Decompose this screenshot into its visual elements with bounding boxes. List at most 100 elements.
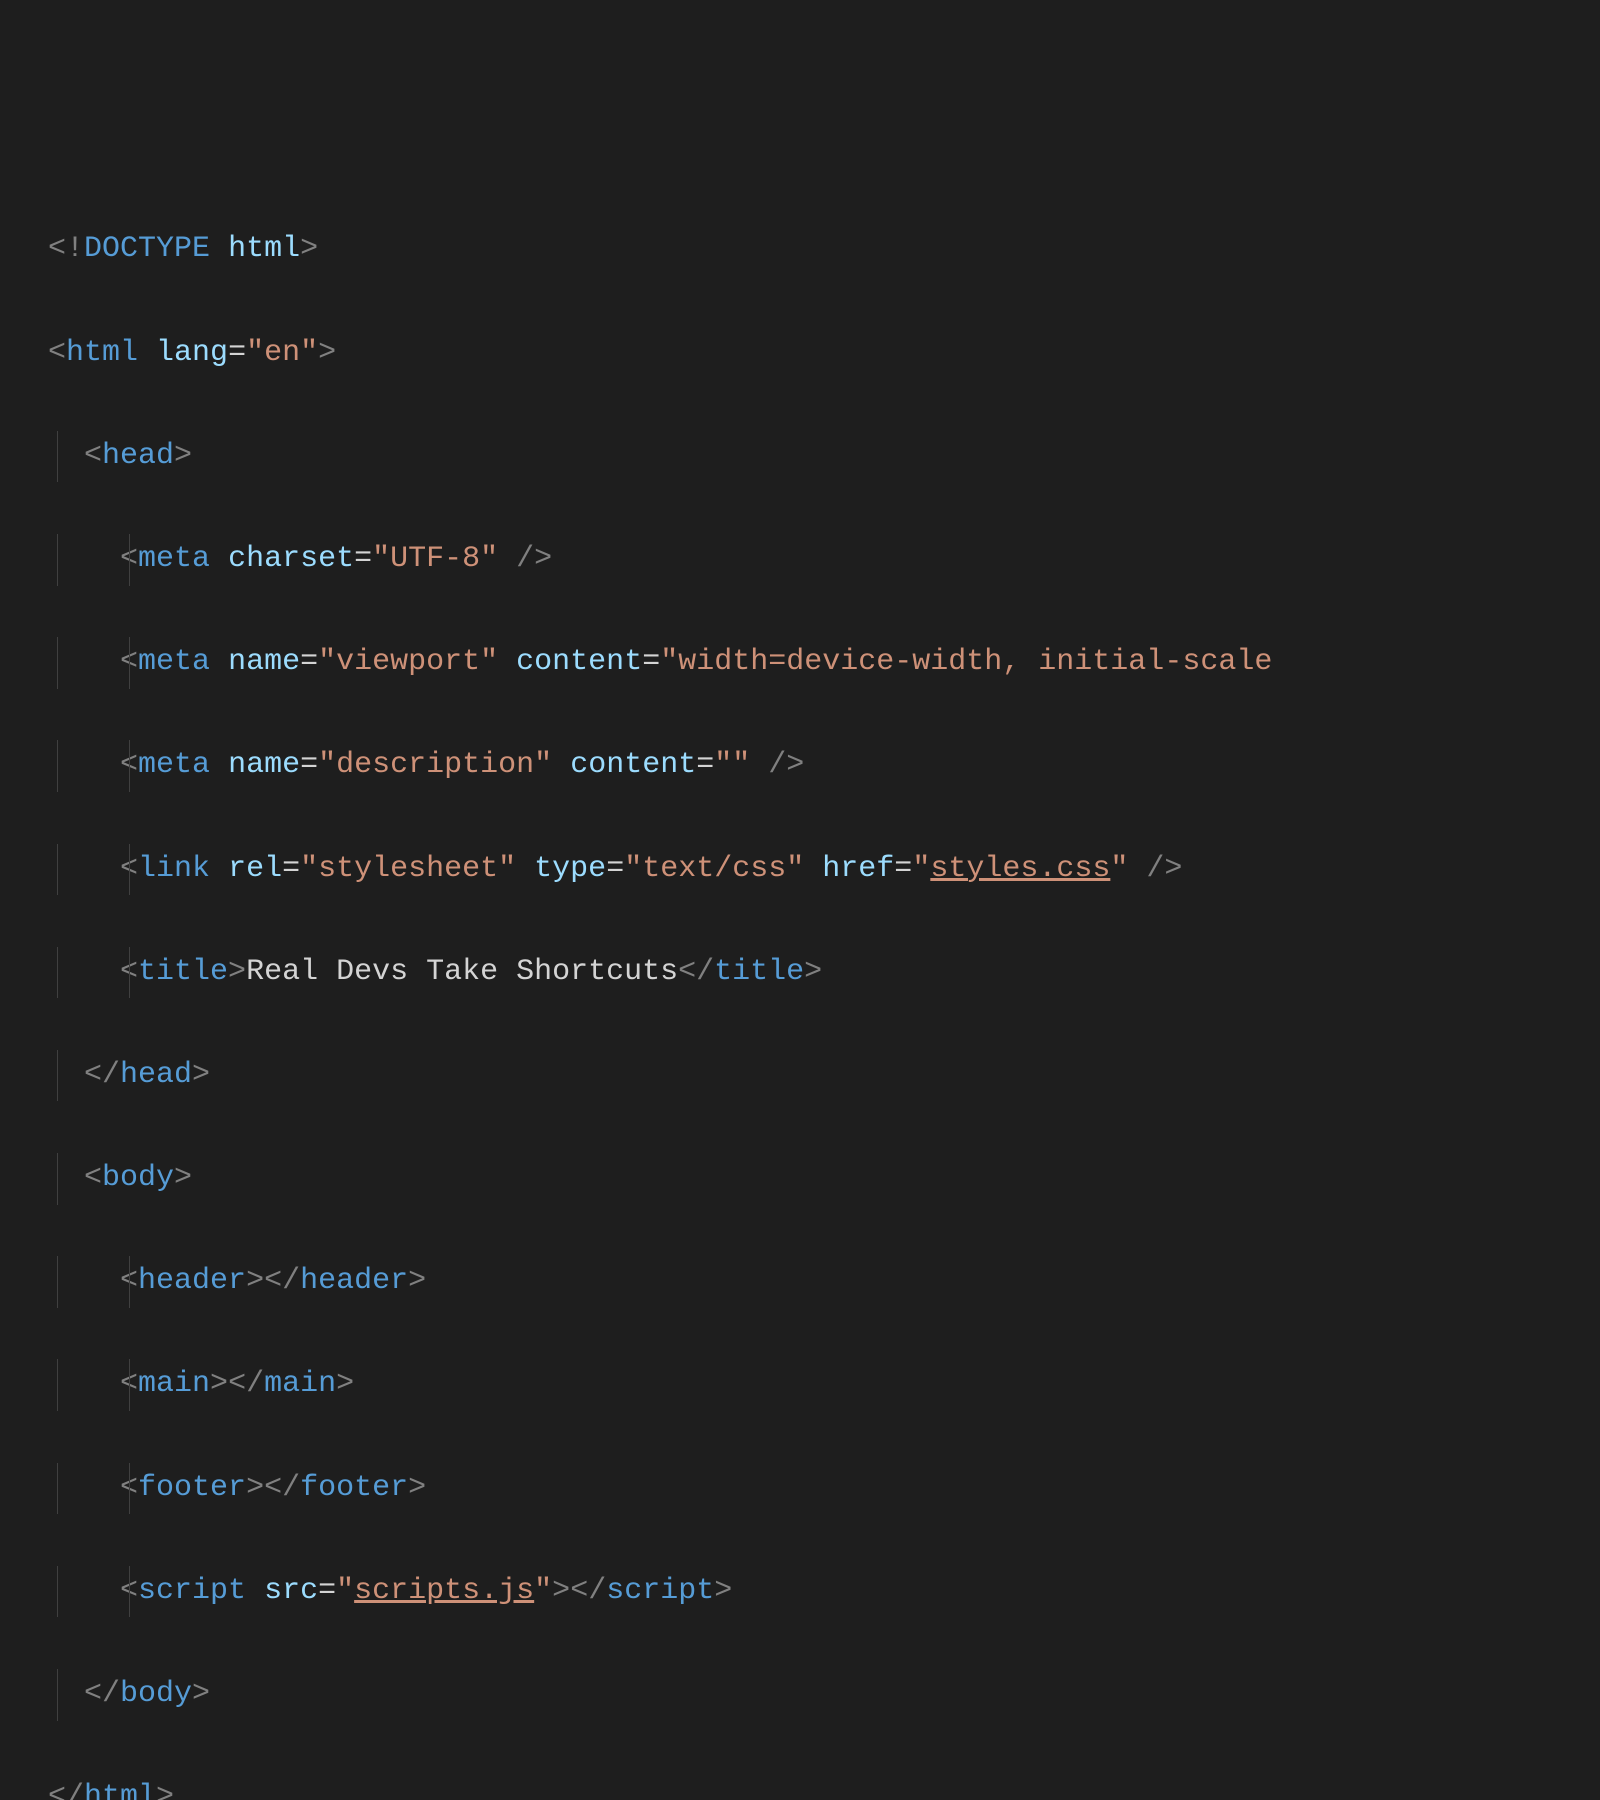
indent-guide bbox=[129, 1566, 130, 1618]
attr-name: name bbox=[228, 645, 300, 679]
attr-eq: = bbox=[282, 852, 300, 886]
indent-guide bbox=[129, 534, 130, 586]
tag-main: main bbox=[264, 1367, 336, 1401]
code-line-title[interactable]: <title>Real Devs Take Shortcuts</title> bbox=[48, 947, 1600, 999]
indent-guide bbox=[129, 637, 130, 689]
code-line-html-close[interactable]: </html> bbox=[48, 1772, 1600, 1800]
code-line-footer[interactable]: <footer></footer> bbox=[48, 1463, 1600, 1515]
doctype-bang: <! bbox=[48, 232, 84, 266]
angle-open-close: </ bbox=[264, 1264, 300, 1298]
tag-head: head bbox=[102, 439, 174, 473]
attr-val-src[interactable]: scripts.js bbox=[354, 1574, 534, 1608]
tag-body: body bbox=[120, 1677, 192, 1711]
angle-close: > bbox=[552, 1574, 570, 1608]
attr-quote-open: " bbox=[714, 748, 732, 782]
attr-val-rel: stylesheet bbox=[318, 852, 498, 886]
angle-close: > bbox=[318, 336, 336, 370]
attr-val-viewport: viewport bbox=[336, 645, 480, 679]
attr-quote-close: " bbox=[480, 542, 498, 576]
indent-guide bbox=[57, 1669, 58, 1721]
angle-close: > bbox=[336, 1367, 354, 1401]
attr-quote-open: " bbox=[300, 852, 318, 886]
indent-guide bbox=[57, 431, 58, 483]
code-line-head-open[interactable]: <head> bbox=[48, 431, 1600, 483]
code-line-script[interactable]: <script src="scripts.js"></script> bbox=[48, 1566, 1600, 1618]
angle-open-close: </ bbox=[570, 1574, 606, 1608]
attr-quote-open: " bbox=[318, 645, 336, 679]
attr-content: content bbox=[570, 748, 696, 782]
indent-guide bbox=[129, 1463, 130, 1515]
attr-val-href[interactable]: styles.css bbox=[930, 852, 1110, 886]
code-line-head-close[interactable]: </head> bbox=[48, 1050, 1600, 1102]
tag-html: html bbox=[84, 1780, 156, 1800]
attr-eq: = bbox=[354, 542, 372, 576]
angle-open: < bbox=[48, 336, 66, 370]
attr-quote-open: " bbox=[912, 852, 930, 886]
code-line-main[interactable]: <main></main> bbox=[48, 1359, 1600, 1411]
attr-quote-close: " bbox=[480, 645, 498, 679]
indent-guide bbox=[129, 844, 130, 896]
indent-guide bbox=[57, 844, 58, 896]
angle-close: > bbox=[192, 1677, 210, 1711]
angle-close: > bbox=[408, 1264, 426, 1298]
code-line-header[interactable]: <header></header> bbox=[48, 1256, 1600, 1308]
code-line-body-close[interactable]: </body> bbox=[48, 1669, 1600, 1721]
tag-meta: meta bbox=[138, 645, 210, 679]
tag-meta: meta bbox=[138, 748, 210, 782]
attr-type: type bbox=[534, 852, 606, 886]
angle-close: > bbox=[174, 439, 192, 473]
angle-close: > bbox=[300, 232, 318, 266]
code-line-meta-viewport[interactable]: <meta name="viewport" content="width=dev… bbox=[48, 637, 1600, 689]
angle-open-close: </ bbox=[678, 955, 714, 989]
tag-main: main bbox=[138, 1367, 210, 1401]
attr-eq: = bbox=[228, 336, 246, 370]
indent-guide bbox=[129, 947, 130, 999]
indent-guide bbox=[57, 740, 58, 792]
attr-quote-open: " bbox=[624, 852, 642, 886]
doctype-type: html bbox=[228, 232, 300, 266]
indent-guide bbox=[57, 1566, 58, 1618]
code-line-doctype[interactable]: <!DOCTYPE html> bbox=[48, 224, 1600, 276]
self-close: /> bbox=[1146, 852, 1182, 886]
angle-close: > bbox=[714, 1574, 732, 1608]
tag-title: title bbox=[714, 955, 804, 989]
angle-open: < bbox=[84, 1161, 102, 1195]
indent-guide bbox=[129, 1359, 130, 1411]
tag-footer: footer bbox=[300, 1471, 408, 1505]
tag-link: link bbox=[138, 852, 210, 886]
attr-eq: = bbox=[642, 645, 660, 679]
angle-open-close: </ bbox=[48, 1780, 84, 1800]
attr-rel: rel bbox=[228, 852, 282, 886]
attr-lang: lang bbox=[156, 336, 228, 370]
tag-html: html bbox=[66, 336, 138, 370]
angle-close: > bbox=[156, 1780, 174, 1800]
tag-footer: footer bbox=[138, 1471, 246, 1505]
attr-eq: = bbox=[894, 852, 912, 886]
self-close: /> bbox=[768, 748, 804, 782]
attr-val-type: text/css bbox=[642, 852, 786, 886]
attr-name: name bbox=[228, 748, 300, 782]
code-line-meta-description[interactable]: <meta name="description" content="" /> bbox=[48, 740, 1600, 792]
attr-quote-open: " bbox=[372, 542, 390, 576]
attr-eq: = bbox=[300, 748, 318, 782]
attr-val-charset: UTF-8 bbox=[390, 542, 480, 576]
indent-guide bbox=[57, 947, 58, 999]
code-line-link-stylesheet[interactable]: <link rel="stylesheet" type="text/css" h… bbox=[48, 844, 1600, 896]
angle-close: > bbox=[228, 955, 246, 989]
attr-eq: = bbox=[606, 852, 624, 886]
indent-guide bbox=[57, 637, 58, 689]
angle-close: > bbox=[246, 1471, 264, 1505]
tag-head: head bbox=[120, 1058, 192, 1092]
attr-eq: = bbox=[696, 748, 714, 782]
code-line-html-open[interactable]: <html lang="en"> bbox=[48, 328, 1600, 380]
indent-guide bbox=[57, 1463, 58, 1515]
angle-close: > bbox=[210, 1367, 228, 1401]
angle-close: > bbox=[804, 955, 822, 989]
angle-open: < bbox=[84, 439, 102, 473]
attr-quote-close: " bbox=[1110, 852, 1128, 886]
tag-script: script bbox=[138, 1574, 246, 1608]
attr-eq: = bbox=[318, 1574, 336, 1608]
tag-header: header bbox=[138, 1264, 246, 1298]
code-line-body-open[interactable]: <body> bbox=[48, 1153, 1600, 1205]
code-line-meta-charset[interactable]: <meta charset="UTF-8" /> bbox=[48, 534, 1600, 586]
